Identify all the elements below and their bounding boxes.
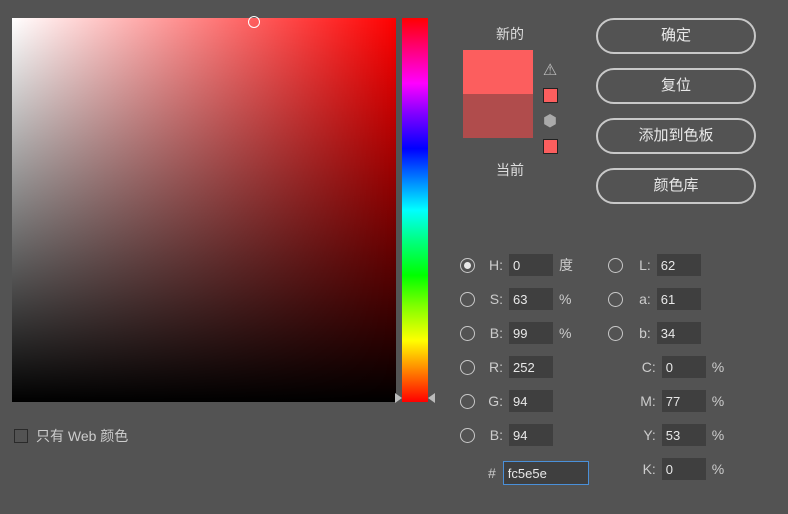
k-unit: % bbox=[712, 461, 730, 477]
cyan-input[interactable] bbox=[662, 356, 706, 378]
y-label: Y: bbox=[634, 427, 656, 443]
m-label: M: bbox=[634, 393, 656, 409]
h-unit: 度 bbox=[559, 255, 577, 275]
b-unit: % bbox=[559, 325, 577, 341]
k-label: K: bbox=[634, 461, 656, 477]
web-colors-label: 只有 Web 颜色 bbox=[36, 426, 128, 446]
red-radio[interactable] bbox=[460, 360, 475, 375]
hex-prefix: # bbox=[488, 465, 496, 481]
magenta-input[interactable] bbox=[662, 390, 706, 412]
hue-arrow-left[interactable] bbox=[395, 393, 402, 403]
lab-b-label: b: bbox=[629, 325, 651, 341]
yellow-input[interactable] bbox=[662, 424, 706, 446]
lab-a-radio[interactable] bbox=[608, 292, 623, 307]
current-color-label: 当前 bbox=[496, 160, 524, 180]
lab-b-radio[interactable] bbox=[608, 326, 623, 341]
cube-icon[interactable]: ⬢ bbox=[543, 111, 557, 131]
color-cursor[interactable] bbox=[248, 16, 260, 28]
lab-l-radio[interactable] bbox=[608, 258, 623, 273]
y-unit: % bbox=[712, 427, 730, 443]
hue-input[interactable] bbox=[509, 254, 553, 276]
green-input[interactable] bbox=[509, 390, 553, 412]
c-label: C: bbox=[634, 359, 656, 375]
c-unit: % bbox=[712, 359, 730, 375]
b-label: B: bbox=[481, 325, 503, 341]
hue-radio[interactable] bbox=[460, 258, 475, 273]
new-color-swatch bbox=[463, 50, 533, 94]
g-label: G: bbox=[481, 393, 503, 409]
s-label: S: bbox=[481, 291, 503, 307]
r-label: R: bbox=[481, 359, 503, 375]
new-color-label: 新的 bbox=[496, 24, 524, 44]
hue-arrow-right[interactable] bbox=[428, 393, 435, 403]
current-color-swatch[interactable] bbox=[463, 94, 533, 138]
warning-icon[interactable]: ⚠ bbox=[543, 60, 557, 80]
saturation-brightness-field[interactable] bbox=[12, 18, 396, 402]
blue-input[interactable] bbox=[509, 424, 553, 446]
l-label: L: bbox=[629, 257, 651, 273]
add-swatch-button[interactable]: 添加到色板 bbox=[596, 118, 756, 154]
black-input[interactable] bbox=[662, 458, 706, 480]
saturation-input[interactable] bbox=[509, 288, 553, 310]
lab-b-input[interactable] bbox=[657, 322, 701, 344]
a-label: a: bbox=[629, 291, 651, 307]
ok-button[interactable]: 确定 bbox=[596, 18, 756, 54]
lab-a-input[interactable] bbox=[657, 288, 701, 310]
blue-radio[interactable] bbox=[460, 428, 475, 443]
brightness-input[interactable] bbox=[509, 322, 553, 344]
rgb-b-label: B: bbox=[481, 427, 503, 443]
hue-slider[interactable] bbox=[402, 18, 428, 402]
m-unit: % bbox=[712, 393, 730, 409]
hex-input[interactable] bbox=[504, 462, 588, 484]
brightness-radio[interactable] bbox=[460, 326, 475, 341]
s-unit: % bbox=[559, 291, 577, 307]
color-library-button[interactable]: 颜色库 bbox=[596, 168, 756, 204]
warning-color-swatch[interactable] bbox=[543, 88, 558, 103]
saturation-radio[interactable] bbox=[460, 292, 475, 307]
web-colors-checkbox[interactable] bbox=[14, 429, 28, 443]
green-radio[interactable] bbox=[460, 394, 475, 409]
websafe-color-swatch[interactable] bbox=[543, 139, 558, 154]
red-input[interactable] bbox=[509, 356, 553, 378]
reset-button[interactable]: 复位 bbox=[596, 68, 756, 104]
h-label: H: bbox=[481, 257, 503, 273]
lab-l-input[interactable] bbox=[657, 254, 701, 276]
